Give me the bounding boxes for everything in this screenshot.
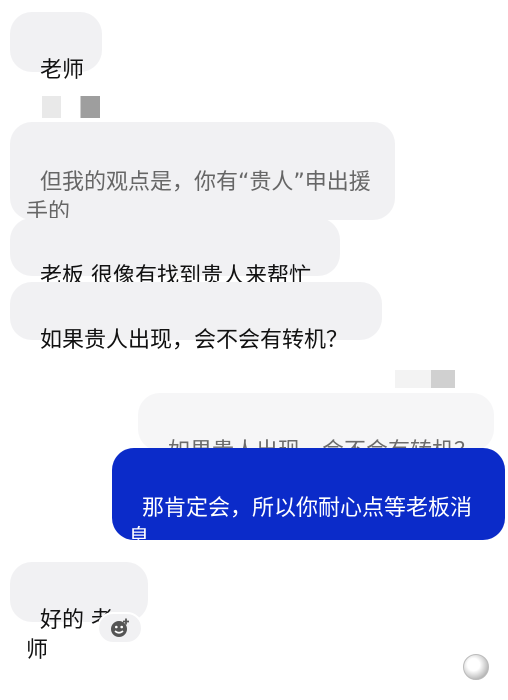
redacted-sender-name bbox=[42, 96, 100, 118]
message-text: 那肯定会，所以你耐心点等老板消 息 bbox=[128, 496, 473, 551]
message-bubble-incoming[interactable]: 老板 很像有找到贵人来帮忙 bbox=[10, 218, 340, 289]
add-reaction-button[interactable] bbox=[97, 612, 143, 644]
message-text: 老师 bbox=[40, 58, 85, 83]
read-receipt-avatar bbox=[463, 654, 489, 680]
message-text: 但我的观点是，你有“贵人”申出援 手的 bbox=[26, 170, 371, 225]
add-reaction-icon bbox=[111, 618, 129, 637]
message-bubble-incoming[interactable]: 如果贵人出现，会不会有转机？ bbox=[10, 282, 382, 353]
redacted-sender-name-2 bbox=[395, 370, 455, 388]
message-bubble-incoming[interactable]: 老师 bbox=[10, 12, 102, 83]
message-text: 如果贵人出现，会不会有转机？ bbox=[40, 328, 349, 353]
message-bubble-outgoing[interactable]: 那肯定会，所以你耐心点等老板消 息 bbox=[112, 448, 505, 551]
message-bubble-incoming[interactable]: 但我的观点是，你有“贵人”申出援 手的 bbox=[10, 122, 395, 225]
quoted-reply-preview[interactable]: 如果贵人出现，会不会有转机？ bbox=[138, 393, 494, 464]
